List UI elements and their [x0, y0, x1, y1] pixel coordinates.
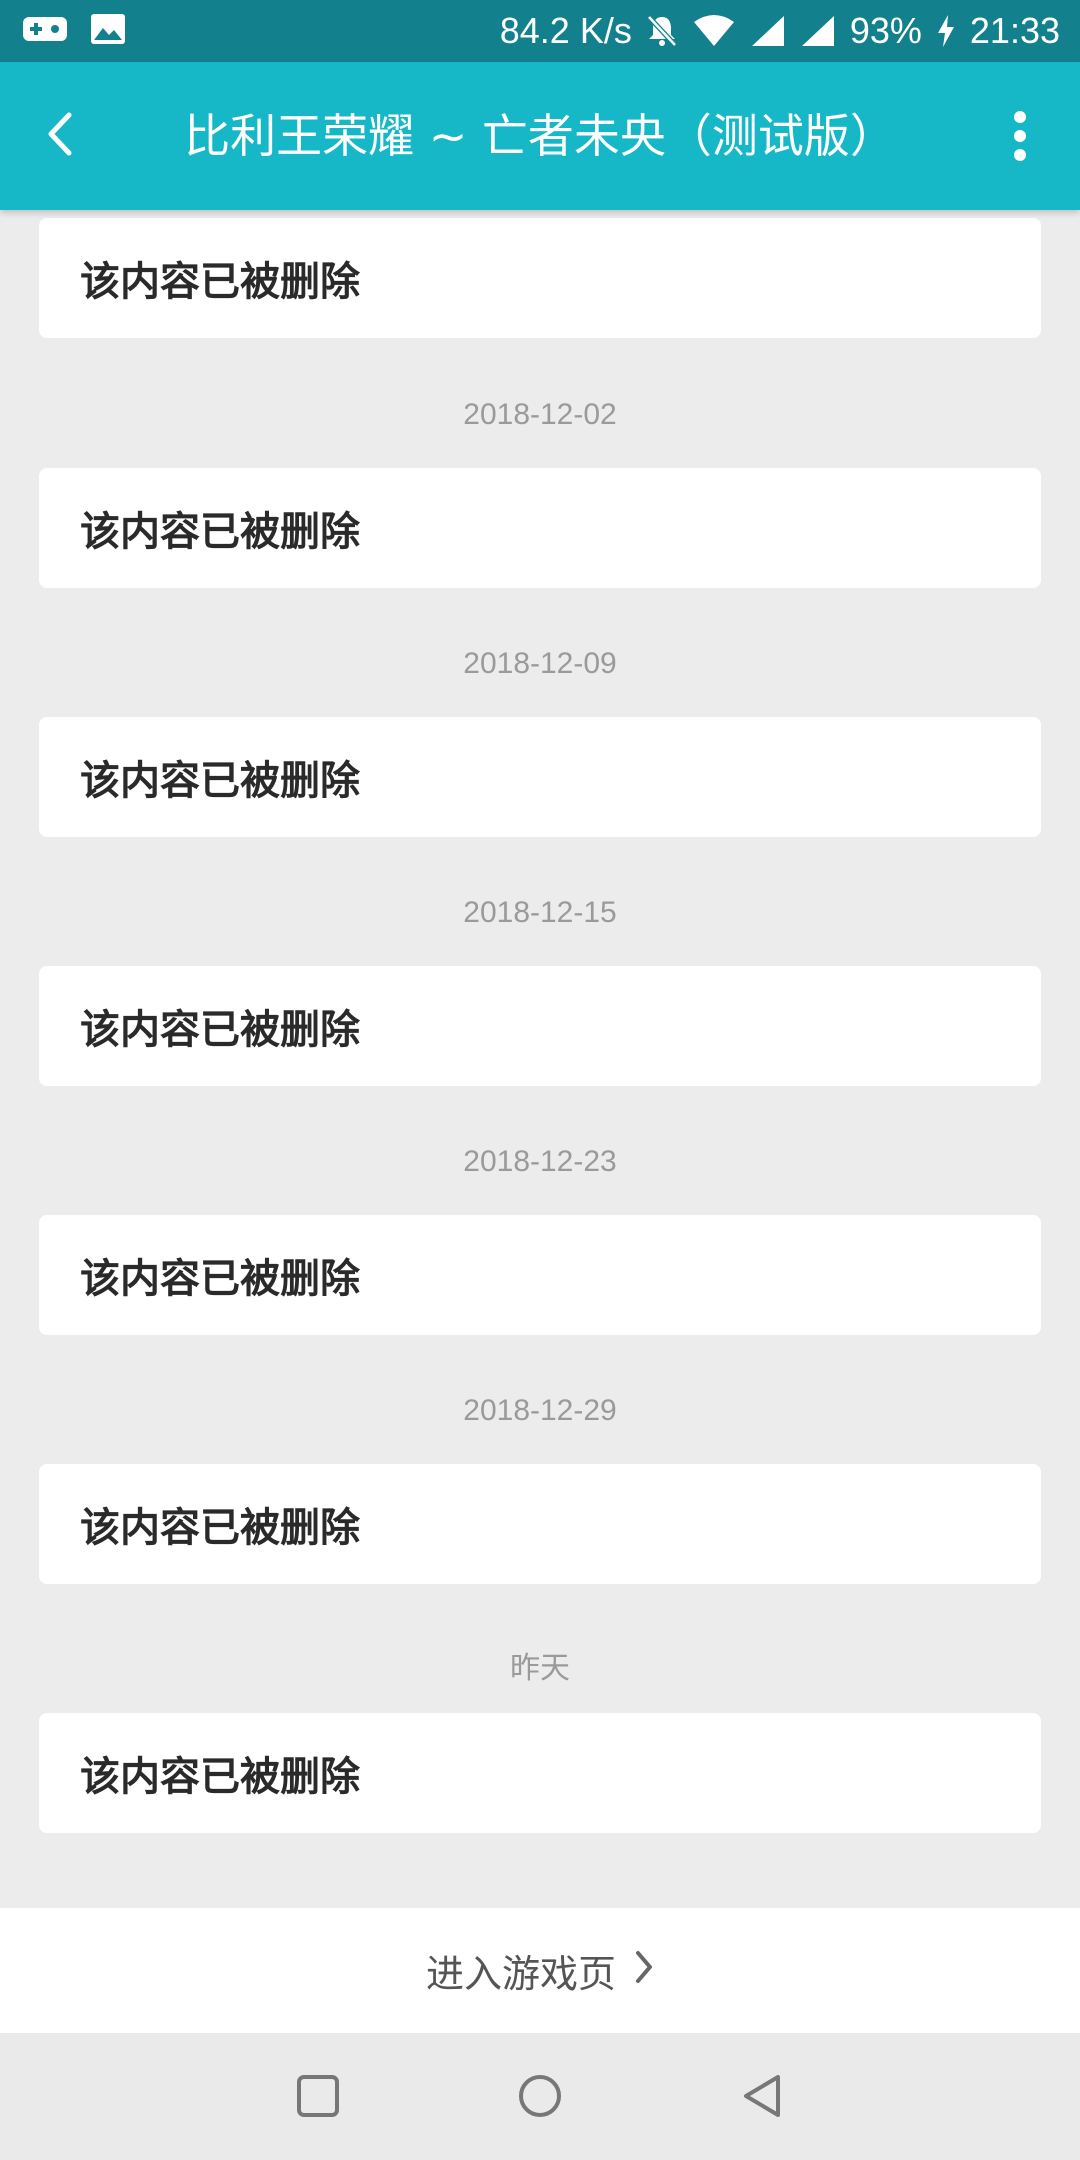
- recent-apps-icon: [296, 2074, 340, 2122]
- date-separator: 2018-12-29: [463, 1394, 617, 1427]
- date-separator: 昨天: [510, 1652, 570, 1685]
- charging-icon: [936, 14, 956, 48]
- deleted-post-card[interactable]: 该内容已被删除: [39, 218, 1041, 338]
- page-title: 比利王荣耀 ~ 亡者未央（测试版）: [184, 109, 896, 163]
- wifi-icon: [692, 14, 736, 48]
- deleted-post-card[interactable]: 该内容已被删除: [39, 717, 1041, 837]
- deleted-post-text: 该内容已被删除: [80, 1505, 360, 1551]
- nav-back-button[interactable]: [727, 2063, 797, 2133]
- more-menu-button[interactable]: [1000, 106, 1040, 166]
- chevron-right-icon: [634, 1949, 654, 1993]
- system-nav-bar: [0, 2033, 1080, 2160]
- deleted-post-card[interactable]: 该内容已被删除: [39, 1713, 1041, 1833]
- date-separator: 2018-12-09: [463, 647, 617, 680]
- clock: 21:33: [969, 10, 1060, 51]
- deleted-post-card[interactable]: 该内容已被删除: [39, 1215, 1041, 1335]
- deleted-post-text: 该内容已被删除: [80, 1007, 360, 1053]
- enter-game-page-button[interactable]: 进入游戏页: [0, 1908, 1080, 2033]
- app-bar: 比利王荣耀 ~ 亡者未央（测试版）: [0, 62, 1080, 210]
- back-button[interactable]: [30, 106, 90, 166]
- status-bar: 84.2 K/s 93% 21:33: [0, 0, 1080, 62]
- deleted-post-text: 该内容已被删除: [80, 1256, 360, 1302]
- game-controller-icon: [22, 14, 68, 48]
- deleted-post-card[interactable]: 该内容已被删除: [39, 468, 1041, 588]
- bell-off-icon: [646, 14, 678, 48]
- date-separator: 2018-12-23: [463, 1145, 617, 1178]
- date-separator: 2018-12-02: [463, 398, 617, 431]
- image-icon: [90, 13, 126, 49]
- recent-apps-button[interactable]: [283, 2063, 353, 2133]
- back-icon: [740, 2073, 784, 2123]
- deleted-post-text: 该内容已被删除: [80, 259, 360, 305]
- signal-icon: [750, 14, 786, 48]
- enter-game-page-label: 进入游戏页: [425, 1952, 616, 1996]
- deleted-post-text: 该内容已被删除: [80, 1754, 360, 1800]
- more-vertical-icon: [1014, 111, 1026, 123]
- date-separator: 2018-12-15: [463, 896, 617, 929]
- home-icon: [517, 2073, 563, 2123]
- chevron-left-icon: [45, 111, 75, 161]
- deleted-post-card[interactable]: 该内容已被删除: [39, 1464, 1041, 1584]
- battery-level: 93%: [849, 10, 922, 51]
- deleted-post-text: 该内容已被删除: [80, 758, 360, 804]
- signal-icon: [800, 14, 836, 48]
- deleted-post-card[interactable]: 该内容已被删除: [39, 966, 1041, 1086]
- home-button[interactable]: [505, 2063, 575, 2133]
- network-speed: 84.2 K/s: [499, 10, 632, 51]
- deleted-post-text: 该内容已被删除: [80, 509, 360, 555]
